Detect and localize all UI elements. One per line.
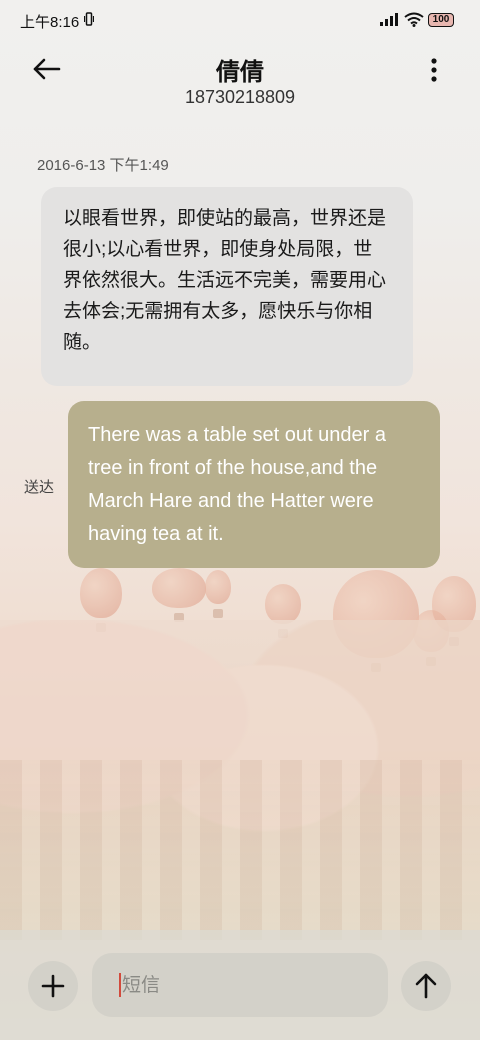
message-input-container (92, 953, 388, 1019)
contact-phone-number: 18730218809 (184, 87, 296, 107)
delivery-status: 送达 (24, 479, 55, 496)
received-message-bubble[interactable]: 以眼看世界，即使站的最高，世界还是很小;以心看世界，即使身处局限，世界依然很大。… (41, 187, 413, 386)
balloon-decoration (80, 568, 122, 632)
received-message-text: 以眼看世界，即使站的最高，世界还是很小;以心看世界，即使身处局限，世界依然很大。… (63, 208, 387, 353)
signal-icon (380, 13, 398, 26)
balloon-decoration (152, 568, 206, 622)
contact-name: 倩倩 (216, 59, 264, 86)
add-attachment-button[interactable] (28, 961, 78, 1011)
text-cursor (119, 973, 121, 997)
sent-message-bubble[interactable]: There was a table set out under a tree i… (68, 401, 440, 568)
status-time: 上午8:16 (20, 14, 80, 31)
balloon-decoration (265, 584, 301, 638)
message-input[interactable] (120, 953, 374, 1019)
battery-icon: 100 (428, 13, 454, 27)
message-timestamp: 2016-6-13 下午1:49 (37, 157, 169, 174)
vibrate-icon (84, 12, 94, 26)
town-decoration (0, 760, 480, 940)
conversation-header: 倩倩 18730218809 (0, 40, 480, 120)
balloon-decoration (205, 570, 231, 618)
wifi-icon (404, 12, 424, 27)
message-composer (0, 930, 480, 1040)
sent-message-text: There was a table set out under a tree i… (88, 424, 386, 545)
plus-icon (28, 961, 78, 1011)
more-vertical-icon[interactable] (420, 54, 448, 90)
status-bar: 上午8:16 100 (0, 0, 480, 40)
send-button[interactable] (401, 961, 451, 1011)
arrow-up-icon (401, 961, 451, 1011)
